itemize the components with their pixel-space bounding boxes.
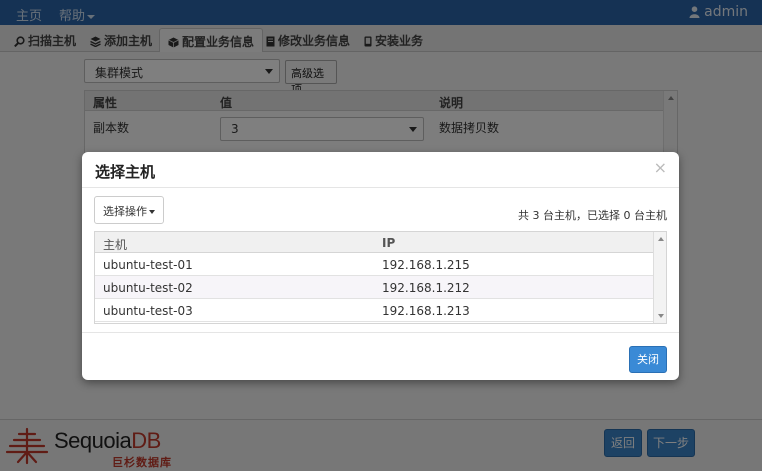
host-ip: 192.168.1.212 (382, 281, 470, 295)
chevron-down-icon (149, 210, 155, 214)
close-button[interactable]: 关闭 (629, 346, 667, 373)
host-ip: 192.168.1.213 (382, 304, 470, 318)
host-table: 主机 IP ubuntu-test-01 192.168.1.215 ubunt… (94, 231, 667, 324)
dialog-title: 选择主机 (95, 163, 156, 181)
table-row[interactable]: ubuntu-test-01 192.168.1.215 (95, 253, 653, 276)
header-host: 主机 (103, 238, 128, 252)
selection-summary: 共 3 台主机，已选择 0 台主机 (518, 209, 667, 222)
dialog-footer: 关闭 (82, 332, 679, 380)
header-ip: IP (382, 236, 396, 250)
select-host-dialog: 选择主机 × 选择操作 共 3 台主机，已选择 0 台主机 主机 IP ubun… (82, 152, 679, 380)
select-operation-label: 选择操作 (103, 205, 147, 218)
dialog-header: 选择主机 × (82, 152, 679, 188)
host-name: ubuntu-test-01 (103, 258, 193, 272)
host-name: ubuntu-test-02 (103, 281, 193, 295)
scroll-down-icon (658, 314, 664, 318)
select-operation-dropdown[interactable]: 选择操作 (94, 196, 164, 224)
host-name: ubuntu-test-03 (103, 304, 193, 318)
table-row[interactable]: ubuntu-test-03 192.168.1.213 (95, 299, 653, 322)
host-table-scrollbar[interactable] (653, 232, 666, 323)
host-ip: 192.168.1.215 (382, 258, 470, 272)
close-icon[interactable]: × (654, 158, 667, 177)
table-row[interactable]: ubuntu-test-02 192.168.1.212 (95, 276, 653, 299)
host-table-header: 主机 IP (95, 232, 653, 253)
scroll-up-icon (658, 237, 664, 241)
